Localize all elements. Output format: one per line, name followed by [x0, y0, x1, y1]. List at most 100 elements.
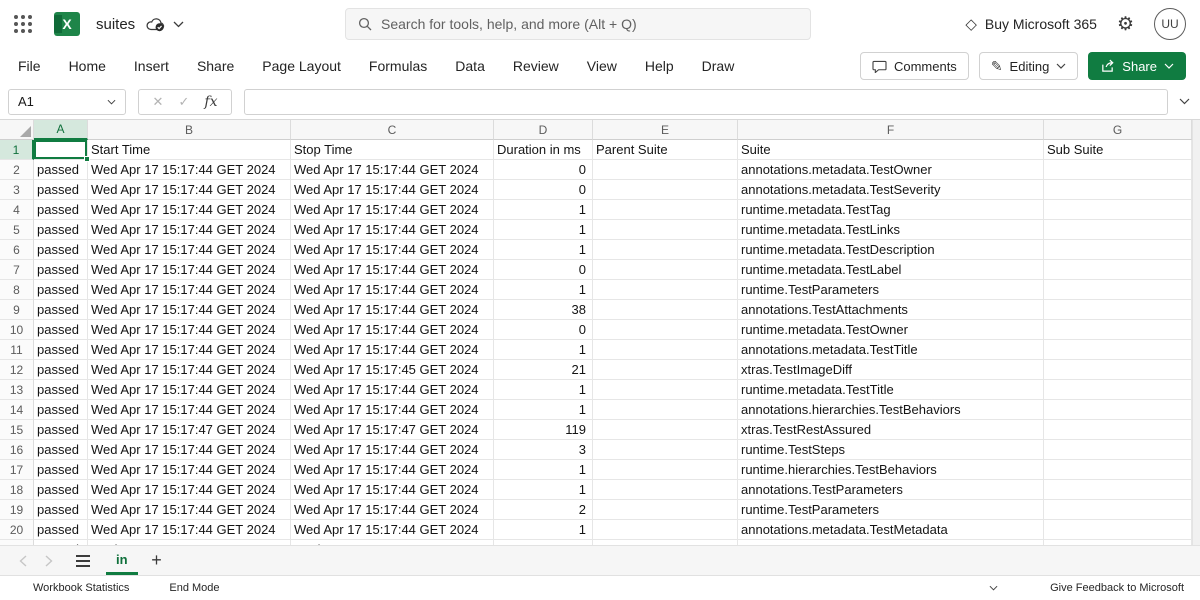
cell-G14[interactable]: [1044, 400, 1192, 420]
name-box[interactable]: A1: [8, 89, 126, 115]
cell-F13[interactable]: runtime.metadata.TestTitle: [738, 380, 1044, 400]
cell-C21[interactable]: Wed Apr 17 15:17:44 GET 2024: [291, 540, 494, 545]
cell-G11[interactable]: [1044, 340, 1192, 360]
cell-G7[interactable]: [1044, 260, 1192, 280]
row-header-19[interactable]: 19: [0, 500, 34, 520]
column-header-E[interactable]: E: [593, 120, 738, 140]
cell-F1[interactable]: Suite: [738, 140, 1044, 160]
cell-D2[interactable]: 0: [494, 160, 593, 180]
cell-D1[interactable]: Duration in ms: [494, 140, 593, 160]
cell-E15[interactable]: [593, 420, 738, 440]
cell-A3[interactable]: passed: [34, 180, 88, 200]
vertical-scrollbar[interactable]: [1192, 120, 1200, 545]
column-header-D[interactable]: D: [494, 120, 593, 140]
cell-D6[interactable]: 1: [494, 240, 593, 260]
cell-B4[interactable]: Wed Apr 17 15:17:44 GET 2024: [88, 200, 291, 220]
cell-B9[interactable]: Wed Apr 17 15:17:44 GET 2024: [88, 300, 291, 320]
cell-C1[interactable]: Stop Time: [291, 140, 494, 160]
cell-F3[interactable]: annotations.metadata.TestSeverity: [738, 180, 1044, 200]
add-sheet-button[interactable]: +: [142, 546, 172, 575]
cell-D16[interactable]: 3: [494, 440, 593, 460]
cell-B6[interactable]: Wed Apr 17 15:17:44 GET 2024: [88, 240, 291, 260]
sheet-tab-active[interactable]: in: [106, 546, 138, 575]
search-input[interactable]: [381, 16, 798, 32]
cell-F20[interactable]: annotations.metadata.TestMetadata: [738, 520, 1044, 540]
cell-C14[interactable]: Wed Apr 17 15:17:44 GET 2024: [291, 400, 494, 420]
cell-A15[interactable]: passed: [34, 420, 88, 440]
cell-F17[interactable]: runtime.hierarchies.TestBehaviors: [738, 460, 1044, 480]
cell-A1-selected[interactable]: [34, 140, 88, 160]
cell-G12[interactable]: [1044, 360, 1192, 380]
cell-C20[interactable]: Wed Apr 17 15:17:44 GET 2024: [291, 520, 494, 540]
cell-F18[interactable]: annotations.TestParameters: [738, 480, 1044, 500]
row-header-7[interactable]: 7: [0, 260, 34, 280]
column-header-C[interactable]: C: [291, 120, 494, 140]
cell-B3[interactable]: Wed Apr 17 15:17:44 GET 2024: [88, 180, 291, 200]
give-feedback-link[interactable]: Give Feedback to Microsoft: [1050, 582, 1184, 594]
search-bar[interactable]: [345, 8, 811, 40]
cell-E2[interactable]: [593, 160, 738, 180]
cell-E21[interactable]: [593, 540, 738, 545]
cell-F9[interactable]: annotations.TestAttachments: [738, 300, 1044, 320]
cell-B5[interactable]: Wed Apr 17 15:17:44 GET 2024: [88, 220, 291, 240]
column-header-B[interactable]: B: [88, 120, 291, 140]
cell-F14[interactable]: annotations.hierarchies.TestBehaviors: [738, 400, 1044, 420]
settings-gear-icon[interactable]: ⚙: [1117, 15, 1134, 34]
row-header-10[interactable]: 10: [0, 320, 34, 340]
cell-C11[interactable]: Wed Apr 17 15:17:44 GET 2024: [291, 340, 494, 360]
cell-E17[interactable]: [593, 460, 738, 480]
excel-logo-icon[interactable]: X: [54, 12, 80, 36]
cell-F6[interactable]: runtime.metadata.TestDescription: [738, 240, 1044, 260]
cell-C2[interactable]: Wed Apr 17 15:17:44 GET 2024: [291, 160, 494, 180]
cell-E6[interactable]: [593, 240, 738, 260]
cell-D13[interactable]: 1: [494, 380, 593, 400]
cell-G8[interactable]: [1044, 280, 1192, 300]
cell-E1[interactable]: Parent Suite: [593, 140, 738, 160]
buy-microsoft-365-button[interactable]: ◇ Buy Microsoft 365: [965, 15, 1097, 33]
cell-C17[interactable]: Wed Apr 17 15:17:44 GET 2024: [291, 460, 494, 480]
cell-A2[interactable]: passed: [34, 160, 88, 180]
column-header-A[interactable]: A: [34, 120, 88, 140]
row-header-17[interactable]: 17: [0, 460, 34, 480]
formula-bar-expand-icon[interactable]: [1176, 98, 1192, 105]
editing-mode-dropdown[interactable]: ✎ Editing: [979, 52, 1078, 80]
cell-B20[interactable]: Wed Apr 17 15:17:44 GET 2024: [88, 520, 291, 540]
account-avatar[interactable]: UU: [1154, 8, 1186, 40]
cell-C19[interactable]: Wed Apr 17 15:17:44 GET 2024: [291, 500, 494, 520]
row-header-13[interactable]: 13: [0, 380, 34, 400]
sheet-nav-right-icon[interactable]: [36, 546, 62, 575]
row-header-6[interactable]: 6: [0, 240, 34, 260]
cell-G3[interactable]: [1044, 180, 1192, 200]
cell-E8[interactable]: [593, 280, 738, 300]
cell-G20[interactable]: [1044, 520, 1192, 540]
cell-A16[interactable]: passed: [34, 440, 88, 460]
cell-B2[interactable]: Wed Apr 17 15:17:44 GET 2024: [88, 160, 291, 180]
cell-D12[interactable]: 21: [494, 360, 593, 380]
cell-A19[interactable]: passed: [34, 500, 88, 520]
row-header-20[interactable]: 20: [0, 520, 34, 540]
cell-A8[interactable]: passed: [34, 280, 88, 300]
cell-B21[interactable]: Wed Apr 17 15:17:44 GET 2024: [88, 540, 291, 545]
cell-A11[interactable]: passed: [34, 340, 88, 360]
comments-button[interactable]: Comments: [860, 52, 969, 80]
cell-D10[interactable]: 0: [494, 320, 593, 340]
cell-B13[interactable]: Wed Apr 17 15:17:44 GET 2024: [88, 380, 291, 400]
cell-F21[interactable]: [738, 540, 1044, 545]
cell-G9[interactable]: [1044, 300, 1192, 320]
cell-C9[interactable]: Wed Apr 17 15:17:44 GET 2024: [291, 300, 494, 320]
cell-D3[interactable]: 0: [494, 180, 593, 200]
row-header-14[interactable]: 14: [0, 400, 34, 420]
cell-A17[interactable]: passed: [34, 460, 88, 480]
cell-F8[interactable]: runtime.TestParameters: [738, 280, 1044, 300]
cell-D7[interactable]: 0: [494, 260, 593, 280]
cell-D18[interactable]: 1: [494, 480, 593, 500]
cell-B12[interactable]: Wed Apr 17 15:17:44 GET 2024: [88, 360, 291, 380]
cell-D14[interactable]: 1: [494, 400, 593, 420]
cell-G6[interactable]: [1044, 240, 1192, 260]
cell-F5[interactable]: runtime.metadata.TestLinks: [738, 220, 1044, 240]
app-launcher-icon[interactable]: [14, 15, 32, 33]
cell-A18[interactable]: passed: [34, 480, 88, 500]
cell-D5[interactable]: 1: [494, 220, 593, 240]
cell-G10[interactable]: [1044, 320, 1192, 340]
cell-B10[interactable]: Wed Apr 17 15:17:44 GET 2024: [88, 320, 291, 340]
